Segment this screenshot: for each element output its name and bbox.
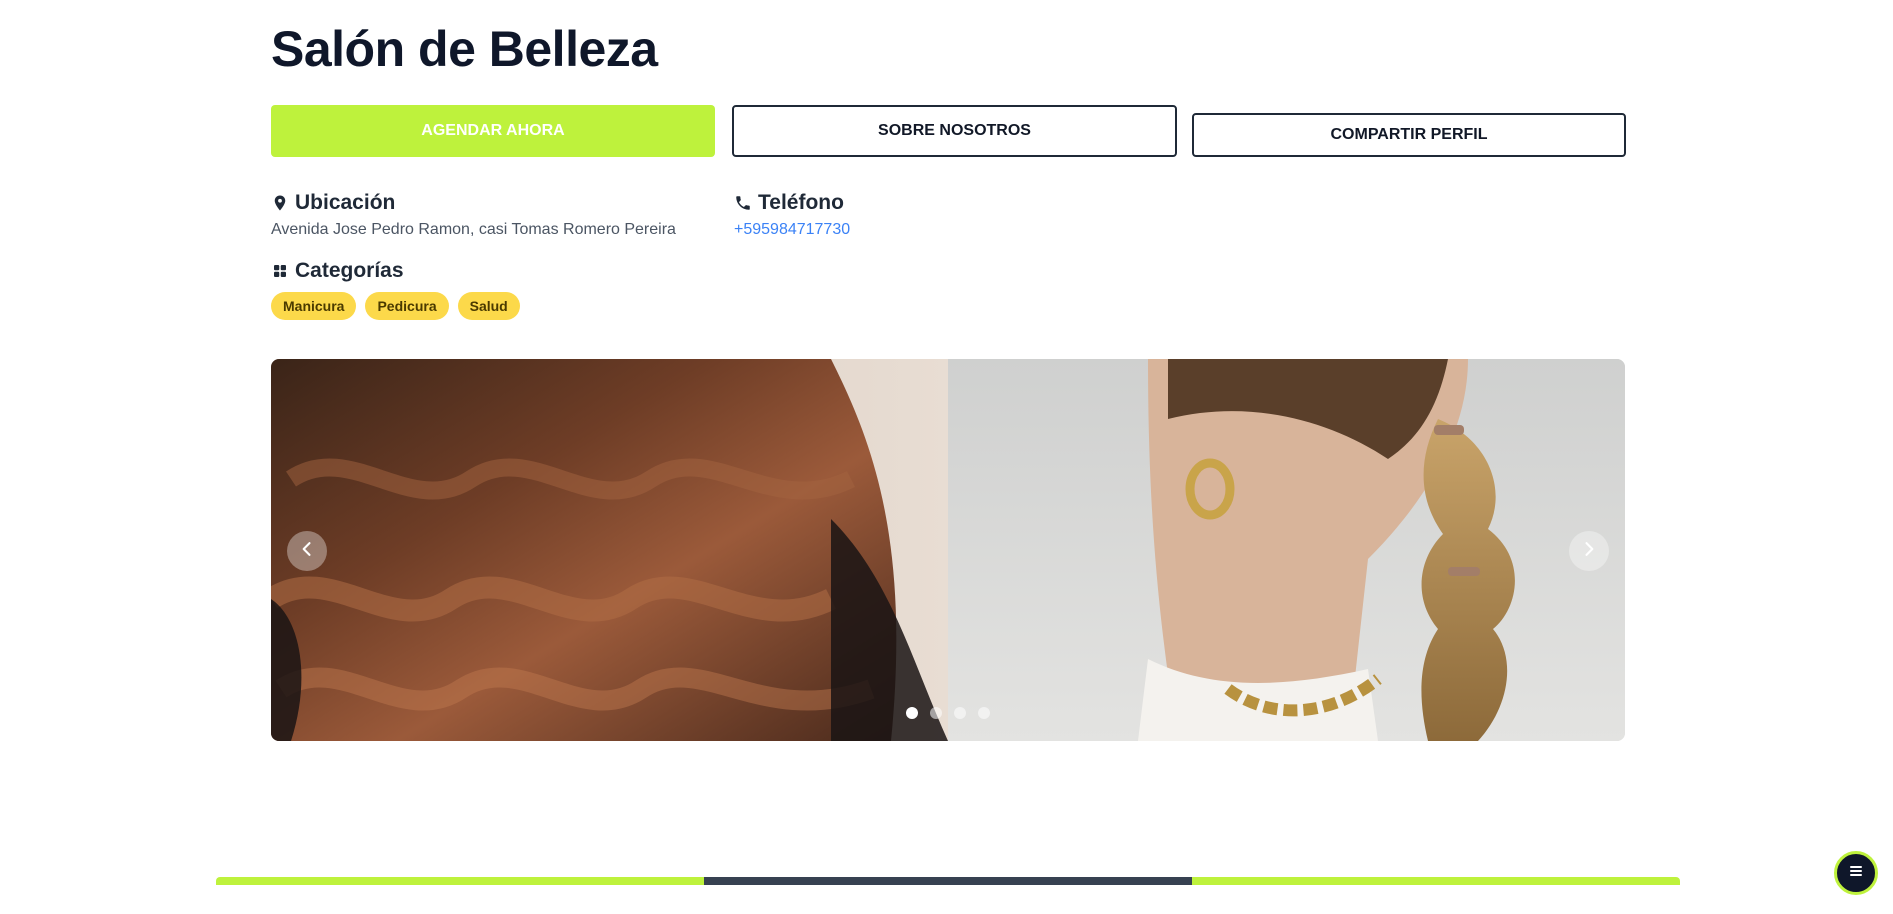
share-profile-button[interactable]: COMPARTIR PERFIL — [1192, 113, 1626, 157]
footer-bar-segment-1 — [216, 877, 704, 885]
grid-icon — [271, 262, 289, 280]
footer-accent-bar — [216, 877, 1680, 885]
location-heading: Ubicación — [295, 191, 396, 214]
chevron-right-icon — [1579, 539, 1599, 564]
footer-bar-segment-2 — [704, 877, 1192, 885]
phone-number-link[interactable]: +595984717730 — [734, 221, 850, 239]
floating-menu-button[interactable] — [1834, 851, 1878, 895]
image-carousel[interactable] — [271, 359, 1625, 741]
location-section: Ubicación Avenida Jose Pedro Ramon, casi… — [271, 191, 676, 239]
about-us-button[interactable]: SOBRE NOSOTROS — [732, 105, 1177, 157]
carousel-indicators — [906, 707, 990, 719]
category-tag-salud: Salud — [457, 292, 520, 320]
carousel-dot-3[interactable] — [954, 707, 966, 719]
map-pin-icon — [271, 194, 289, 212]
chevron-left-icon — [297, 539, 317, 564]
location-address: Avenida Jose Pedro Ramon, casi Tomas Rom… — [271, 221, 676, 238]
category-tags: Manicura Pedicura Salud — [271, 292, 520, 320]
phone-heading: Teléfono — [758, 191, 844, 214]
footer-bar-segment-3 — [1192, 877, 1680, 885]
carousel-dot-4[interactable] — [978, 707, 990, 719]
categories-section: Categorías — [271, 259, 404, 283]
category-tag-manicura: Manicura — [271, 292, 357, 320]
carousel-dot-1[interactable] — [906, 707, 918, 719]
book-now-button[interactable]: AGENDAR AHORA — [271, 105, 715, 157]
phone-icon — [734, 194, 752, 212]
carousel-prev-button[interactable] — [287, 531, 327, 571]
phone-section: Teléfono +595984717730 — [734, 191, 850, 239]
menu-icon — [1848, 863, 1864, 884]
categories-heading: Categorías — [295, 259, 404, 282]
carousel-slide-hair — [271, 359, 948, 741]
carousel-slide-ponytail — [948, 359, 1625, 741]
carousel-dot-2[interactable] — [930, 707, 942, 719]
carousel-next-button[interactable] — [1569, 531, 1609, 571]
category-tag-pedicura: Pedicura — [365, 292, 449, 320]
page-title: Salón de Belleza — [271, 21, 658, 77]
